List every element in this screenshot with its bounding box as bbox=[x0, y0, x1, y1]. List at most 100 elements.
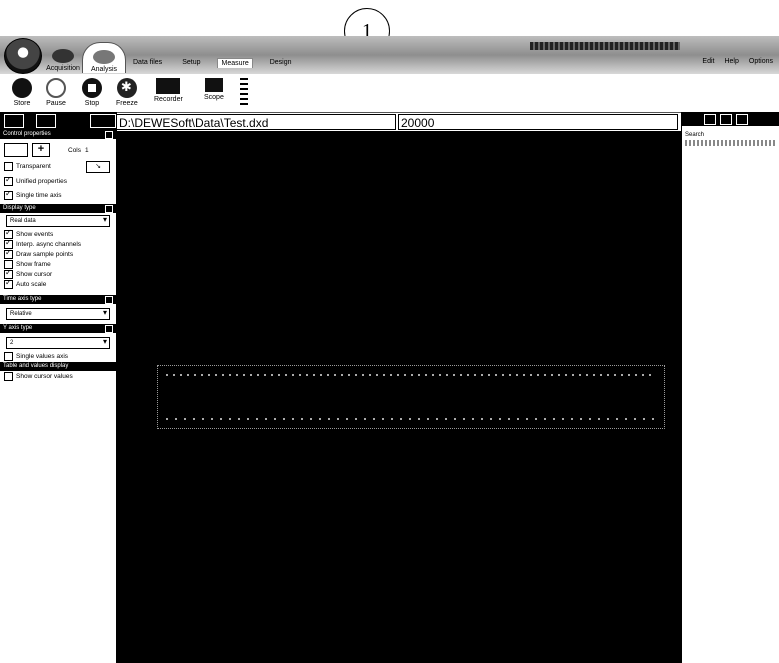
section-y-axis[interactable]: Y axis type bbox=[0, 324, 116, 333]
tab-measure[interactable]: Measure bbox=[217, 58, 253, 68]
section-title: Table and values display bbox=[3, 363, 69, 369]
section-title: Display type bbox=[3, 205, 36, 211]
right-menu: Edit Help Options bbox=[702, 58, 773, 65]
mode-label: Acquisition bbox=[46, 65, 80, 72]
window-title bbox=[530, 42, 680, 50]
recorder-icon bbox=[156, 78, 181, 94]
collapse-icon[interactable] bbox=[105, 205, 113, 213]
menu-help[interactable]: Help bbox=[724, 58, 738, 65]
option-label: Transparent bbox=[16, 163, 51, 170]
section-display-type[interactable]: Display type bbox=[0, 204, 116, 213]
recorder-button[interactable]: Recorder bbox=[154, 78, 183, 103]
single-values-option[interactable]: Single values axis bbox=[0, 351, 116, 362]
single-time-checkbox[interactable] bbox=[4, 189, 13, 200]
single-values-checkbox[interactable] bbox=[4, 352, 13, 361]
stop-button[interactable]: Stop bbox=[82, 78, 102, 107]
mode-acquisition[interactable]: Acquisition bbox=[44, 42, 82, 72]
store-button[interactable]: Store bbox=[12, 78, 32, 107]
stop-label: Stop bbox=[84, 100, 100, 107]
display-option[interactable]: Auto scale bbox=[0, 278, 116, 289]
signal-trace-area[interactable] bbox=[157, 365, 665, 429]
tab-setup[interactable]: Setup bbox=[179, 58, 203, 68]
file-path-field[interactable]: D:\DEWESoft\Data\Test.dxd bbox=[116, 114, 396, 130]
layout-box[interactable] bbox=[4, 143, 28, 157]
display-option[interactable]: Show events bbox=[0, 228, 116, 239]
list-view-icon[interactable] bbox=[704, 113, 716, 125]
ribbon-tabs: Data files Setup Measure Design bbox=[130, 58, 295, 68]
freeze-label: Freeze bbox=[116, 100, 138, 107]
option-label: Show frame bbox=[16, 260, 51, 268]
section-title: Y axis type bbox=[3, 325, 33, 331]
cols-value[interactable]: 1 bbox=[85, 147, 89, 154]
search-label: Search bbox=[685, 132, 705, 138]
y-axis-select[interactable]: 2 bbox=[6, 337, 110, 349]
freeze-button[interactable]: Freeze bbox=[116, 78, 138, 107]
recorder-label: Recorder bbox=[154, 96, 183, 103]
cols-label: Cols bbox=[68, 146, 82, 154]
unified-checkbox[interactable] bbox=[4, 175, 13, 186]
option-checkbox[interactable] bbox=[4, 278, 13, 289]
layout-controls: + Cols 1 bbox=[0, 139, 116, 161]
time-axis-select[interactable]: Relative bbox=[6, 308, 110, 320]
panel-tab-channels-icon[interactable] bbox=[36, 114, 56, 128]
panel-tab-properties-icon[interactable] bbox=[4, 114, 24, 128]
transparent-checkbox[interactable] bbox=[4, 162, 13, 171]
grid-view-icon[interactable] bbox=[720, 113, 732, 125]
toolbar: Store Pause Stop Freeze Recorder Scope bbox=[0, 74, 779, 113]
menu-edit[interactable]: Edit bbox=[702, 58, 714, 65]
stop-icon bbox=[82, 78, 102, 98]
add-icon[interactable]: + bbox=[32, 143, 50, 157]
menu-options[interactable]: Options bbox=[749, 58, 773, 65]
collapse-icon[interactable] bbox=[105, 325, 113, 333]
display-option[interactable]: Draw sample points bbox=[0, 248, 116, 259]
collapse-icon[interactable] bbox=[105, 296, 113, 304]
display-option[interactable]: Show cursor bbox=[0, 268, 116, 279]
show-cursor-values-option[interactable]: Show cursor values bbox=[0, 371, 116, 382]
scope-button[interactable]: Scope bbox=[204, 78, 224, 101]
tab-data-files[interactable]: Data files bbox=[130, 58, 165, 68]
more-tools-icon[interactable] bbox=[240, 78, 248, 106]
display-type-select[interactable]: Real data bbox=[6, 215, 110, 227]
display-option[interactable]: Interp. async channels bbox=[0, 238, 116, 249]
option-label: Single time axis bbox=[16, 192, 62, 199]
tab-design[interactable]: Design bbox=[267, 58, 295, 68]
unified-option[interactable]: Unified properties bbox=[0, 175, 116, 187]
section-control-properties[interactable]: Control properties bbox=[0, 130, 116, 139]
section-time-axis[interactable]: Time axis type bbox=[0, 295, 116, 304]
acquisition-icon bbox=[52, 49, 74, 63]
single-time-option[interactable]: Single time axis bbox=[0, 189, 116, 201]
right-panel-header bbox=[682, 112, 779, 126]
collapse-icon[interactable] bbox=[105, 131, 113, 139]
recorder-display[interactable] bbox=[116, 131, 681, 663]
left-properties-panel: Control properties + Cols 1 Transparent … bbox=[0, 112, 117, 663]
style-button[interactable]: ↘ bbox=[86, 160, 110, 173]
pause-button[interactable]: Pause bbox=[46, 78, 66, 107]
record-icon bbox=[12, 78, 32, 98]
option-label: Single values axis bbox=[16, 353, 69, 360]
option-label: Unified properties bbox=[16, 178, 67, 185]
scope-label: Scope bbox=[204, 94, 224, 101]
mode-analysis[interactable]: Analysis bbox=[82, 42, 126, 73]
panel-tab-layout-icon[interactable] bbox=[90, 114, 116, 128]
app-logo-icon[interactable] bbox=[4, 38, 42, 74]
channel-list-item[interactable] bbox=[685, 140, 777, 146]
pause-icon bbox=[46, 78, 66, 98]
right-channel-panel: Search bbox=[681, 112, 779, 663]
option-label: Show cursor values bbox=[16, 373, 73, 380]
mode-label: Analysis bbox=[90, 66, 118, 73]
show-cursor-values-checkbox[interactable] bbox=[4, 372, 13, 381]
scope-icon bbox=[204, 78, 223, 92]
tree-view-icon[interactable] bbox=[736, 113, 748, 125]
display-option[interactable]: Show frame bbox=[0, 259, 116, 269]
sample-count-field[interactable]: 20000 bbox=[398, 114, 678, 130]
store-label: Store bbox=[13, 100, 31, 107]
option-label: Draw sample points bbox=[16, 250, 74, 258]
panel-tabs bbox=[0, 112, 116, 130]
transparent-option[interactable]: Transparent ↘ bbox=[0, 160, 116, 173]
option-label: Show events bbox=[16, 230, 54, 238]
pause-label: Pause bbox=[46, 100, 66, 107]
section-table-values[interactable]: Table and values display bbox=[0, 362, 116, 371]
option-label: Show cursor bbox=[16, 270, 53, 278]
option-checkbox[interactable] bbox=[4, 248, 13, 259]
analysis-icon bbox=[93, 50, 115, 64]
